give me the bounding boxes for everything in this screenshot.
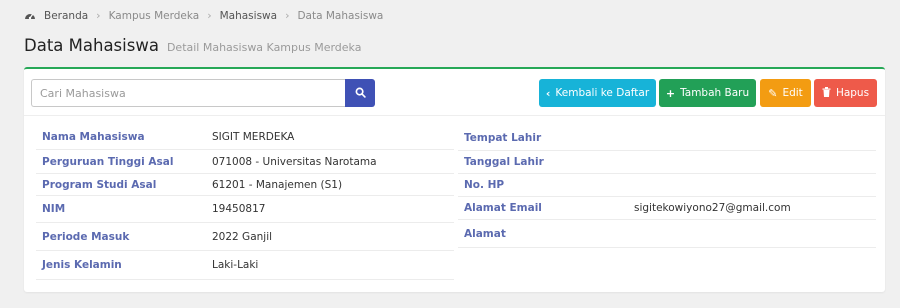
page-subtitle: Detail Mahasiswa Kampus Merdeka bbox=[166, 41, 362, 54]
detail-value: 61201 - Manajemen (S1) bbox=[212, 178, 343, 191]
detail-value: Laki-Laki bbox=[212, 259, 259, 271]
detail-label: Periode Masuk bbox=[42, 230, 130, 243]
delete-button-label: Hapus bbox=[835, 87, 870, 99]
detail-row-periode-masuk: Periode Masuk 2022 Ganjil bbox=[36, 223, 454, 251]
detail-table-right: Tempat Lahir Tanggal Lahir No. HP Alamat… bbox=[458, 125, 876, 248]
detail-label: Nama Mahasiswa bbox=[42, 131, 145, 143]
breadcrumb-separator: › bbox=[96, 9, 101, 22]
page-header: Data Mahasiswa Detail Mahasiswa Kampus M… bbox=[24, 36, 361, 55]
page-title: Data Mahasiswa bbox=[24, 36, 159, 55]
detail-label: Alamat Email bbox=[464, 202, 542, 214]
detail-label: NIM bbox=[42, 203, 66, 215]
detail-value: SIGIT MERDEKA bbox=[212, 131, 295, 143]
breadcrumb-item-mahasiswa[interactable]: Mahasiswa bbox=[220, 10, 277, 22]
detail-row-tempat-lahir: Tempat Lahir bbox=[458, 125, 876, 151]
chevron-left-icon: ‹ bbox=[545, 86, 551, 100]
detail-row-tanggal-lahir: Tanggal Lahir bbox=[458, 151, 876, 174]
back-button-label: Kembali ke Daftar bbox=[555, 87, 650, 99]
detail-row-no-hp: No. HP bbox=[458, 174, 876, 197]
breadcrumb: Beranda › Kampus Merdeka › Mahasiswa › D… bbox=[24, 9, 383, 22]
edit-button-label: Edit bbox=[782, 87, 803, 99]
detail-row-alamat-email: Alamat Email sigitekowiyono27@gmail.com bbox=[458, 197, 876, 220]
detail-label: Tanggal Lahir bbox=[464, 156, 544, 168]
detail-row-nama: Nama Mahasiswa SIGIT MERDEKA bbox=[36, 125, 454, 150]
search-icon bbox=[355, 86, 366, 101]
detail-label: Tempat Lahir bbox=[464, 131, 542, 144]
detail-table-left: Nama Mahasiswa SIGIT MERDEKA Perguruan T… bbox=[36, 125, 454, 280]
search-input[interactable] bbox=[31, 79, 346, 107]
add-new-button[interactable]: + Tambah Baru bbox=[659, 79, 756, 107]
back-to-list-button[interactable]: ‹ Kembali ke Daftar bbox=[539, 79, 656, 107]
plus-icon: + bbox=[665, 86, 676, 100]
breadcrumb-separator: › bbox=[207, 9, 212, 22]
toolbar: ‹ Kembali ke Daftar + Tambah Baru ✎ Edit… bbox=[24, 69, 885, 116]
breadcrumb-item-current: Data Mahasiswa bbox=[297, 9, 384, 22]
detail-value: sigitekowiyono27@gmail.com bbox=[634, 202, 791, 214]
breadcrumb-item-kampus-merdeka[interactable]: Kampus Merdeka bbox=[109, 10, 200, 22]
detail-label: Jenis Kelamin bbox=[42, 259, 122, 271]
detail-value: 2022 Ganjil bbox=[212, 230, 273, 243]
search-button[interactable] bbox=[345, 79, 375, 107]
detail-row-alamat: Alamat bbox=[458, 220, 876, 248]
detail-row-perguruan-tinggi: Perguruan Tinggi Asal 071008 - Universit… bbox=[36, 150, 454, 174]
detail-value: 19450817 bbox=[212, 203, 266, 215]
detail-row-program-studi: Program Studi Asal 61201 - Manajemen (S1… bbox=[36, 174, 454, 196]
breadcrumb-separator: › bbox=[285, 9, 290, 22]
detail-label: Alamat bbox=[464, 227, 506, 240]
edit-button[interactable]: ✎ Edit bbox=[760, 79, 811, 107]
detail-label: Perguruan Tinggi Asal bbox=[42, 155, 174, 168]
pencil-icon: ✎ bbox=[768, 86, 778, 100]
trash-icon bbox=[822, 87, 831, 99]
dashboard-icon bbox=[24, 10, 36, 22]
detail-card: ‹ Kembali ke Daftar + Tambah Baru ✎ Edit… bbox=[24, 67, 885, 292]
detail-label: No. HP bbox=[464, 179, 505, 191]
breadcrumb-home-link[interactable]: Beranda bbox=[44, 10, 88, 22]
delete-button[interactable]: Hapus bbox=[814, 79, 877, 107]
detail-row-nim: NIM 19450817 bbox=[36, 196, 454, 223]
detail-value: 071008 - Universitas Narotama bbox=[212, 155, 377, 168]
detail-label: Program Studi Asal bbox=[42, 178, 157, 191]
add-button-label: Tambah Baru bbox=[680, 87, 750, 99]
detail-row-jenis-kelamin: Jenis Kelamin Laki-Laki bbox=[36, 251, 454, 280]
